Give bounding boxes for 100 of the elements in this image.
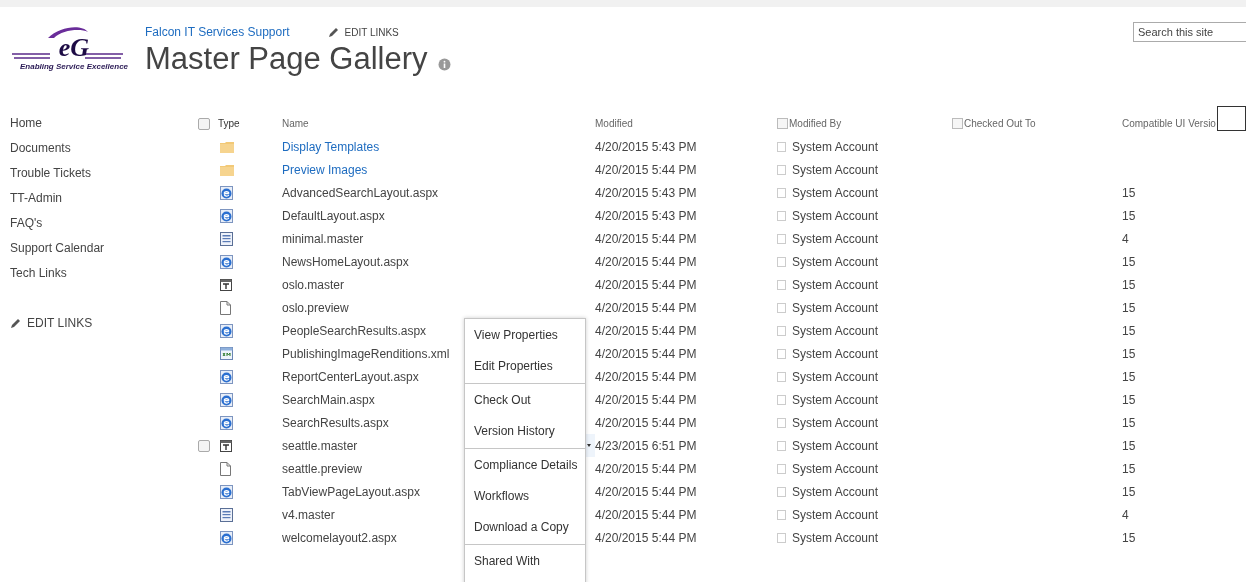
nav-link[interactable]: Tech Links bbox=[10, 266, 67, 291]
template-icon bbox=[220, 439, 232, 452]
pencil-icon bbox=[327, 26, 339, 38]
master-page-icon bbox=[220, 231, 233, 246]
file-name-link[interactable]: oslo.master bbox=[282, 277, 345, 292]
file-name-link[interactable]: seattle.master bbox=[282, 438, 358, 453]
file-name-link[interactable]: TabViewPageLayout.aspx bbox=[282, 484, 420, 499]
column-header[interactable]: Checked Out To bbox=[964, 118, 1036, 129]
page-title: Master Page Gallery bbox=[145, 40, 428, 78]
site-link[interactable]: Falcon IT Services Support bbox=[145, 25, 290, 39]
modified-by-name: System Account bbox=[792, 369, 879, 384]
presence-icon bbox=[777, 210, 786, 221]
menu-item[interactable]: Workflows bbox=[465, 481, 585, 512]
nav-link[interactable]: TT-Admin bbox=[10, 191, 62, 216]
modified-date: 4/20/2015 5:43 PM bbox=[595, 139, 697, 154]
presence-icon bbox=[777, 509, 786, 520]
menu-item[interactable]: Shared With bbox=[465, 546, 585, 577]
modified-date: 4/20/2015 5:44 PM bbox=[595, 346, 697, 361]
file-name-link[interactable]: PeopleSearchResults.aspx bbox=[282, 323, 427, 338]
web-page-icon bbox=[220, 254, 233, 269]
file-name-link[interactable]: ReportCenterLayout.aspx bbox=[282, 369, 419, 384]
select-all-checkbox[interactable] bbox=[198, 117, 210, 130]
file-name-link[interactable]: Preview Images bbox=[282, 162, 368, 177]
modified-by-name: System Account bbox=[792, 139, 879, 154]
column-header[interactable]: Type bbox=[218, 118, 240, 129]
presence-icon bbox=[777, 532, 786, 543]
file-name-link[interactable]: DefaultLayout.aspx bbox=[282, 208, 385, 223]
column-header[interactable]: Name bbox=[282, 118, 309, 129]
file-name-link[interactable]: welcomelayout2.aspx bbox=[282, 530, 397, 545]
file-name-link[interactable]: minimal.master bbox=[282, 231, 364, 246]
column-checkbox[interactable] bbox=[952, 118, 963, 129]
modified-by-name: System Account bbox=[792, 277, 879, 292]
presence-icon bbox=[777, 348, 786, 359]
modified-by-name: System Account bbox=[792, 208, 879, 223]
modified-by-name: System Account bbox=[792, 162, 879, 177]
nav-link[interactable]: Support Calendar bbox=[10, 241, 105, 266]
modified-date: 4/20/2015 5:44 PM bbox=[595, 323, 697, 338]
modified-by-name: System Account bbox=[792, 392, 879, 407]
file-name-link[interactable]: v4.master bbox=[282, 507, 335, 522]
ui-version: 15 bbox=[1122, 461, 1136, 476]
company-logo[interactable]: eG Enabling Service Excellence bbox=[10, 24, 138, 76]
file-name-link[interactable]: AdvancedSearchLayout.aspx bbox=[282, 185, 439, 200]
ui-version: 15 bbox=[1122, 208, 1136, 223]
modified-date: 4/20/2015 5:43 PM bbox=[595, 208, 697, 223]
column-header[interactable]: Compatible UI Versio bbox=[1122, 118, 1216, 129]
presence-icon bbox=[777, 187, 786, 198]
presence-icon bbox=[777, 302, 786, 313]
edit-links-link[interactable]: EDIT LINKS bbox=[327, 26, 399, 38]
modified-by-name: System Account bbox=[792, 231, 879, 246]
ui-version: 15 bbox=[1122, 323, 1136, 338]
web-page-icon bbox=[220, 484, 233, 499]
folder-icon bbox=[220, 163, 234, 176]
presence-icon bbox=[777, 325, 786, 336]
row-checkbox[interactable] bbox=[198, 439, 210, 452]
nav-link[interactable]: Trouble Tickets bbox=[10, 166, 91, 191]
presence-icon bbox=[777, 417, 786, 428]
web-page-icon bbox=[220, 323, 233, 338]
nav-link[interactable]: Documents bbox=[10, 141, 71, 166]
menu-item[interactable]: Download a Copy bbox=[465, 512, 585, 543]
ui-version: 15 bbox=[1122, 415, 1136, 430]
file-name-link[interactable]: oslo.preview bbox=[282, 300, 349, 315]
presence-icon bbox=[777, 141, 786, 152]
menu-item[interactable]: Compliance Details bbox=[465, 450, 585, 481]
modified-date: 4/20/2015 5:43 PM bbox=[595, 185, 697, 200]
column-checkbox[interactable] bbox=[777, 118, 788, 129]
ui-version: 15 bbox=[1122, 346, 1136, 361]
presence-icon bbox=[777, 279, 786, 290]
xml-file-icon bbox=[220, 347, 233, 360]
modified-by-name: System Account bbox=[792, 254, 879, 269]
modified-date: 4/20/2015 5:44 PM bbox=[595, 507, 697, 522]
file-name-link[interactable]: NewsHomeLayout.aspx bbox=[282, 254, 409, 269]
blank-page-icon bbox=[220, 300, 231, 315]
file-name-link[interactable]: seattle.preview bbox=[282, 461, 363, 476]
header-field[interactable] bbox=[1217, 106, 1246, 131]
search-field[interactable]: Search this site bbox=[1133, 22, 1246, 42]
column-header[interactable]: Modified bbox=[595, 118, 633, 129]
modified-by-name: System Account bbox=[792, 323, 879, 338]
folder-icon bbox=[220, 140, 234, 153]
modified-by-name: System Account bbox=[792, 438, 879, 453]
modified-by-name: System Account bbox=[792, 300, 879, 315]
pencil-icon bbox=[10, 318, 21, 329]
nav-link[interactable]: FAQ's bbox=[10, 216, 43, 241]
modified-date: 4/20/2015 5:44 PM bbox=[595, 254, 697, 269]
presence-icon bbox=[777, 486, 786, 497]
blank-page-icon bbox=[220, 461, 231, 476]
file-name-link[interactable]: SearchMain.aspx bbox=[282, 392, 375, 407]
menu-item[interactable]: Version History bbox=[465, 416, 585, 447]
menu-item[interactable]: View Properties bbox=[465, 320, 585, 351]
info-icon[interactable] bbox=[437, 58, 451, 71]
file-name-link[interactable]: Display Templates bbox=[282, 139, 380, 154]
modified-by-name: System Account bbox=[792, 185, 879, 200]
menu-item[interactable]: Check Out bbox=[465, 385, 585, 416]
column-header[interactable]: Modified By bbox=[789, 118, 842, 129]
file-name-link[interactable]: PublishingImageRenditions.xml bbox=[282, 346, 450, 361]
menu-item[interactable]: Edit Properties bbox=[465, 351, 585, 382]
modified-date: 4/20/2015 5:44 PM bbox=[595, 300, 697, 315]
ui-version: 15 bbox=[1122, 438, 1136, 453]
edit-links-link[interactable]: EDIT LINKS bbox=[10, 311, 93, 336]
nav-link[interactable]: Home bbox=[10, 116, 42, 141]
file-name-link[interactable]: SearchResults.aspx bbox=[282, 415, 389, 430]
